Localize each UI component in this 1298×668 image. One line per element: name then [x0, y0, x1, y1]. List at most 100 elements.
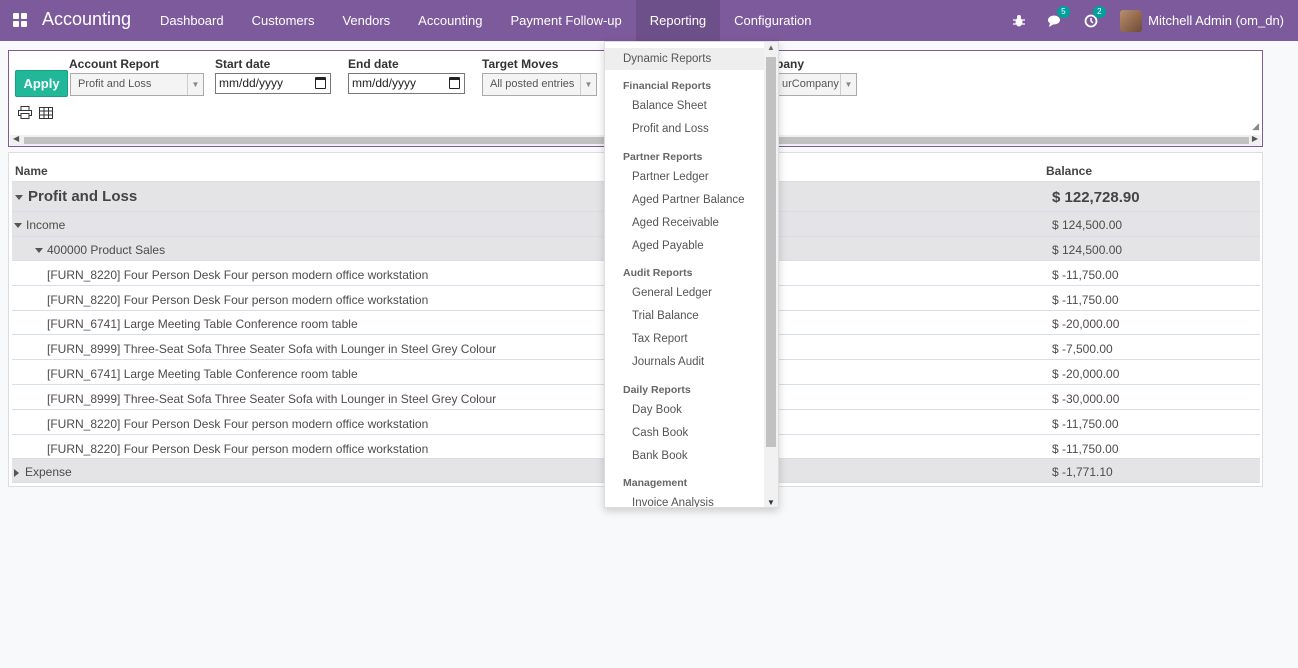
scroll-right-icon[interactable]: ▶ — [1252, 134, 1258, 143]
row-balance: $ -20,000.00 — [1052, 367, 1120, 381]
menu-vendors[interactable]: Vendors — [328, 0, 404, 41]
systray: 5 2 Mitchell Admin (om_dn) — [1012, 0, 1298, 41]
row-name: Profit and Loss — [28, 188, 138, 205]
menu-customers[interactable]: Customers — [238, 0, 329, 41]
row-name: [FURN_8999] Three-Seat Sofa Three Seater… — [47, 342, 497, 356]
main-menu: Dashboard Customers Vendors Accounting P… — [146, 0, 825, 41]
menu-header-daily: Daily Reports — [623, 384, 691, 396]
messages-icon[interactable]: 5 — [1048, 5, 1070, 28]
bug-icon[interactable] — [1012, 14, 1026, 28]
menu-header-partner: Partner Reports — [623, 151, 703, 163]
end-date-input[interactable]: mm/dd/yyyy — [348, 73, 465, 94]
row-name: [FURN_8220] Four Person Desk Four person… — [47, 293, 429, 307]
menu-item-trial-balance[interactable]: Trial Balance — [605, 305, 765, 327]
caret-right-icon[interactable] — [14, 468, 19, 477]
chevron-down-icon: ▼ — [580, 74, 596, 95]
account-report-value: Profit and Loss — [78, 78, 152, 90]
row-name: [FURN_8220] Four Person Desk Four person… — [47, 268, 429, 282]
row-name: Income — [26, 218, 66, 232]
avatar[interactable] — [1120, 9, 1143, 32]
menu-item-journals-audit[interactable]: Journals Audit — [605, 351, 765, 373]
print-icon[interactable] — [18, 106, 32, 122]
start-date-input[interactable]: mm/dd/yyyy — [215, 73, 331, 94]
app-title[interactable]: Accounting — [42, 9, 131, 30]
row-name: 400000 Product Sales — [47, 243, 166, 257]
menu-item-day-book[interactable]: Day Book — [605, 399, 765, 421]
activities-clock-icon[interactable]: 2 — [1084, 5, 1106, 28]
row-balance: $ -11,750.00 — [1052, 442, 1119, 456]
top-navbar: Accounting Dashboard Customers Vendors A… — [0, 0, 1298, 41]
scroll-up-icon[interactable]: ▲ — [767, 43, 775, 52]
account-report-select[interactable]: Profit and Loss ▼ — [70, 73, 204, 96]
menu-payment-follow-up[interactable]: Payment Follow-up — [497, 0, 636, 41]
apps-grid-icon[interactable] — [13, 13, 27, 27]
menu-item-aged-receivable[interactable]: Aged Receivable — [605, 212, 765, 234]
caret-down-icon[interactable] — [15, 194, 23, 200]
menu-item-tax-report[interactable]: Tax Report — [605, 328, 765, 350]
menu-dashboard[interactable]: Dashboard — [146, 0, 238, 41]
end-date-label: End date — [348, 57, 399, 71]
row-balance: $ -30,000.00 — [1052, 392, 1120, 406]
row-balance: $ -11,750.00 — [1052, 268, 1119, 282]
menu-item-cash-book[interactable]: Cash Book — [605, 422, 765, 444]
row-balance: $ 124,500.00 — [1052, 243, 1123, 257]
start-date-label: Start date — [215, 57, 271, 71]
company-select[interactable]: urCompany ▼ — [769, 73, 857, 96]
row-name: Expense — [25, 465, 72, 479]
menu-item-general-ledger[interactable]: General Ledger — [605, 282, 765, 304]
start-date-placeholder: mm/dd/yyyy — [219, 76, 284, 90]
messages-badge: 5 — [1057, 5, 1070, 18]
menu-header-management: Management — [623, 477, 688, 489]
menu-reporting[interactable]: Reporting — [635, 0, 721, 41]
row-balance: $ -11,750.00 — [1052, 417, 1119, 431]
row-name: [FURN_6741] Large Meeting Table Conferen… — [47, 317, 358, 331]
end-date-placeholder: mm/dd/yyyy — [352, 76, 417, 90]
vertical-scrollbar[interactable]: ▲ ▼ — [764, 42, 778, 507]
menu-configuration[interactable]: Configuration — [720, 0, 825, 41]
chevron-down-icon: ▼ — [840, 74, 856, 95]
calendar-icon[interactable] — [315, 77, 326, 89]
scrollbar-thumb[interactable] — [766, 57, 776, 447]
menu-item-aged-partner-balance[interactable]: Aged Partner Balance — [605, 189, 765, 211]
scroll-left-icon[interactable]: ◀ — [13, 134, 19, 143]
caret-down-icon[interactable] — [14, 223, 22, 229]
menu-item-partner-ledger[interactable]: Partner Ledger — [605, 166, 765, 188]
company-label: pany — [776, 57, 805, 71]
activities-badge: 2 — [1093, 5, 1106, 18]
table-icon[interactable] — [39, 106, 53, 122]
target-moves-value: All posted entries — [490, 78, 575, 90]
target-moves-label: Target Moves — [482, 57, 559, 71]
row-name: [FURN_8220] Four Person Desk Four person… — [47, 417, 429, 431]
menu-header-financial: Financial Reports — [623, 80, 712, 92]
column-balance-header: Balance — [1046, 164, 1093, 178]
row-name: [FURN_6741] Large Meeting Table Conferen… — [47, 367, 358, 381]
scroll-down-icon[interactable]: ▼ — [767, 498, 775, 507]
calendar-icon[interactable] — [449, 77, 460, 89]
chevron-down-icon: ▼ — [187, 74, 203, 95]
caret-down-icon[interactable] — [35, 248, 43, 254]
row-name: [FURN_8220] Four Person Desk Four person… — [47, 442, 429, 456]
row-balance: $ -1,771.10 — [1052, 465, 1113, 479]
menu-item-aged-payable[interactable]: Aged Payable — [605, 235, 765, 257]
row-balance: $ -20,000.00 — [1052, 317, 1120, 331]
apply-button[interactable]: Apply — [15, 70, 68, 97]
account-report-label: Account Report — [69, 57, 159, 71]
resize-handle-icon[interactable]: ◢ — [1252, 121, 1259, 132]
company-value: urCompany — [782, 78, 839, 90]
row-balance: $ 124,500.00 — [1052, 218, 1123, 232]
menu-accounting[interactable]: Accounting — [404, 0, 496, 41]
column-name-header: Name — [15, 164, 48, 178]
menu-item-balance-sheet[interactable]: Balance Sheet — [605, 95, 765, 117]
menu-item-bank-book[interactable]: Bank Book — [605, 445, 765, 467]
menu-item-profit-and-loss[interactable]: Profit and Loss — [605, 118, 765, 140]
user-menu[interactable]: Mitchell Admin (om_dn) — [1148, 13, 1284, 28]
row-name: [FURN_8999] Three-Seat Sofa Three Seater… — [47, 392, 497, 406]
reporting-dropdown-menu: Dynamic Reports Financial Reports Balanc… — [604, 41, 779, 508]
row-balance: $ 122,728.90 — [1052, 189, 1140, 206]
menu-header-audit: Audit Reports — [623, 267, 693, 279]
menu-item-invoice-analysis[interactable]: Invoice Analysis — [605, 492, 765, 507]
menu-item-dynamic-reports[interactable]: Dynamic Reports — [605, 48, 765, 70]
row-balance: $ -11,750.00 — [1052, 293, 1119, 307]
target-moves-select[interactable]: All posted entries ▼ — [482, 73, 597, 96]
row-balance: $ -7,500.00 — [1052, 342, 1113, 356]
